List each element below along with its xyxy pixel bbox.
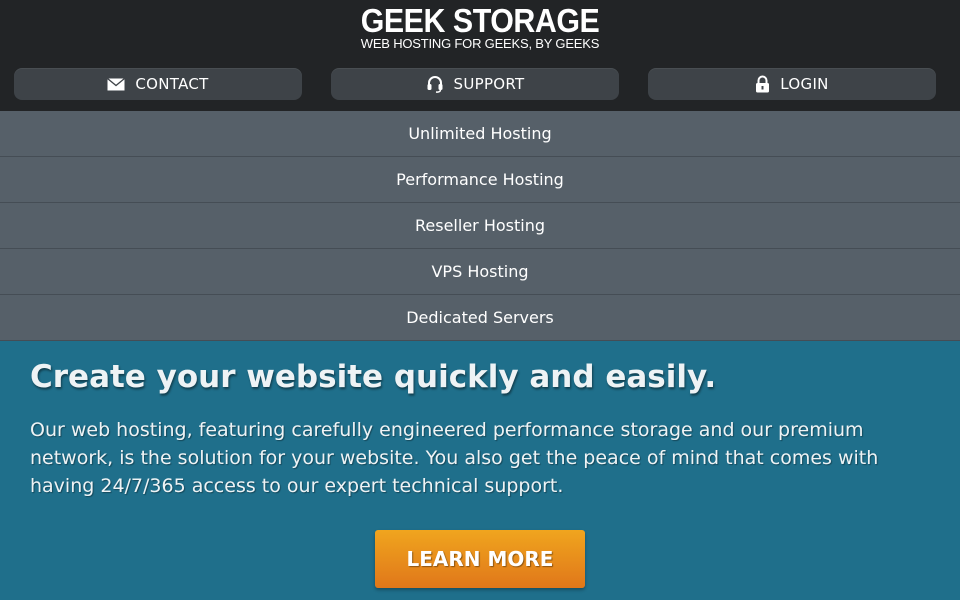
hero-section: Create your website quickly and easily. … — [0, 341, 960, 600]
main-navigation: Unlimited Hosting Performance Hosting Re… — [0, 111, 960, 341]
site-logo[interactable]: GEEK STORAGE WEB HOSTING FOR GEEKS, BY G… — [0, 4, 960, 51]
contact-button-label: CONTACT — [135, 75, 209, 93]
contact-button[interactable]: CONTACT — [14, 68, 302, 100]
login-button-label: LOGIN — [780, 75, 829, 93]
headset-icon — [426, 75, 444, 93]
logo-tagline: WEB HOSTING FOR GEEKS, BY GEEKS — [360, 36, 600, 51]
nav-item-vps-hosting[interactable]: VPS Hosting — [0, 249, 960, 295]
hero-title: Create your website quickly and easily. — [30, 359, 717, 395]
learn-more-button[interactable]: LEARN MORE — [375, 530, 585, 588]
support-button[interactable]: SUPPORT — [331, 68, 619, 100]
nav-item-reseller-hosting[interactable]: Reseller Hosting — [0, 203, 960, 249]
nav-item-dedicated-servers[interactable]: Dedicated Servers — [0, 295, 960, 341]
support-button-label: SUPPORT — [453, 75, 525, 93]
login-button[interactable]: LOGIN — [648, 68, 936, 100]
lock-icon — [755, 75, 770, 93]
hero-description: Our web hosting, featuring carefully eng… — [30, 419, 879, 497]
nav-item-performance-hosting[interactable]: Performance Hosting — [0, 157, 960, 203]
site-header: GEEK STORAGE WEB HOSTING FOR GEEKS, BY G… — [0, 0, 960, 111]
envelope-icon — [107, 77, 126, 91]
logo-title: GEEK STORAGE — [360, 2, 600, 39]
nav-item-unlimited-hosting[interactable]: Unlimited Hosting — [0, 111, 960, 157]
